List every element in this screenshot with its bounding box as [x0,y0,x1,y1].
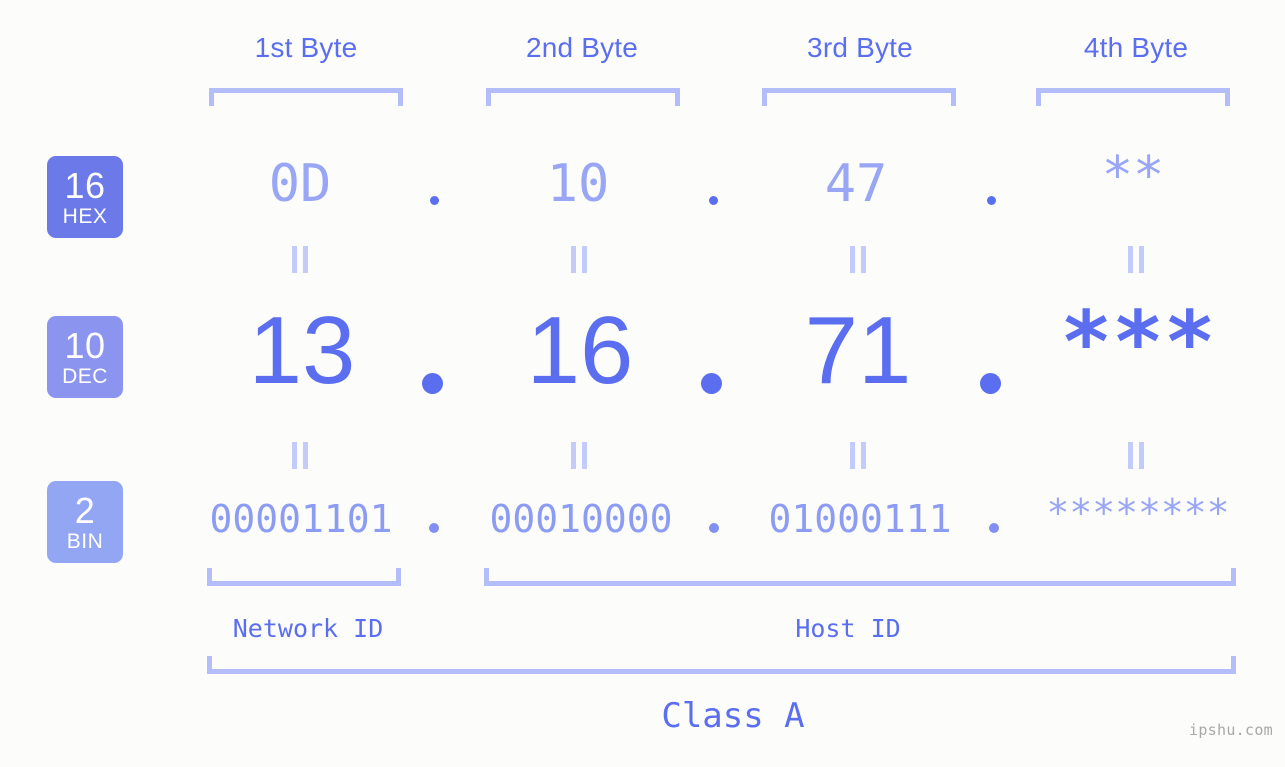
bin-byte-2: 00010000 [489,497,673,541]
hex-byte-1: 0D [268,154,332,214]
hex-byte-4: ** [1101,146,1165,206]
dec-separator-3 [980,373,1001,394]
hex-byte-2: 10 [546,154,610,214]
dec-separator-2 [701,373,722,394]
equals-mark-hex-dec-1 [292,246,308,273]
equals-mark-hex-dec-3 [850,246,866,273]
base-badge-dec-number: 10 [64,324,106,366]
base-badge-hex: 16 HEX [47,156,123,238]
equals-mark-dec-bin-2 [571,442,587,469]
bin-byte-1: 00001101 [209,497,393,541]
class-bracket [207,656,1236,674]
dec-byte-4: *** [1060,293,1216,393]
network-id-bracket [207,568,401,586]
byte-bracket-top-4 [1036,88,1230,106]
bin-separator-3 [989,523,999,533]
base-badge-dec-name: DEC [62,364,108,388]
dec-separator-1 [422,373,443,394]
dec-byte-3: 71 [804,297,912,404]
hex-byte-3: 47 [824,154,888,214]
byte-header-1: 1st Byte [254,32,358,63]
host-id-bracket [484,568,1236,586]
base-badge-hex-number: 16 [64,164,106,206]
bin-byte-4: ******** [1046,491,1230,535]
byte-header-4: 4th Byte [1083,32,1189,63]
equals-mark-dec-bin-3 [850,442,866,469]
network-id-label: Network ID [232,614,384,643]
hex-separator-3 [987,196,996,205]
bin-separator-2 [709,523,719,533]
byte-header-2: 2nd Byte [525,32,639,63]
base-badge-bin-number: 2 [74,489,96,531]
equals-mark-hex-dec-4 [1128,246,1144,273]
host-id-label: Host ID [795,614,901,643]
bin-separator-1 [429,523,439,533]
byte-bracket-top-1 [209,88,403,106]
base-badge-bin-name: BIN [66,529,104,553]
byte-header-3: 3rd Byte [807,32,913,63]
dec-byte-2: 16 [526,297,634,404]
base-badge-dec: 10 DEC [47,316,123,398]
site-watermark: ipshu.com [1189,721,1273,739]
equals-mark-dec-bin-4 [1128,442,1144,469]
base-badge-bin: 2 BIN [47,481,123,563]
equals-mark-hex-dec-2 [571,246,587,273]
bin-byte-3: 01000111 [768,497,952,541]
class-label: Class A [661,696,805,736]
hex-separator-2 [709,196,718,205]
dec-byte-1: 13 [248,297,356,404]
base-badge-hex-name: HEX [62,204,108,228]
equals-mark-dec-bin-1 [292,442,308,469]
hex-separator-1 [430,196,439,205]
ip-address-breakdown-diagram: 1st Byte 2nd Byte 3rd Byte 4th Byte 16 H… [0,0,1285,767]
byte-bracket-top-2 [486,88,680,106]
byte-bracket-top-3 [762,88,956,106]
